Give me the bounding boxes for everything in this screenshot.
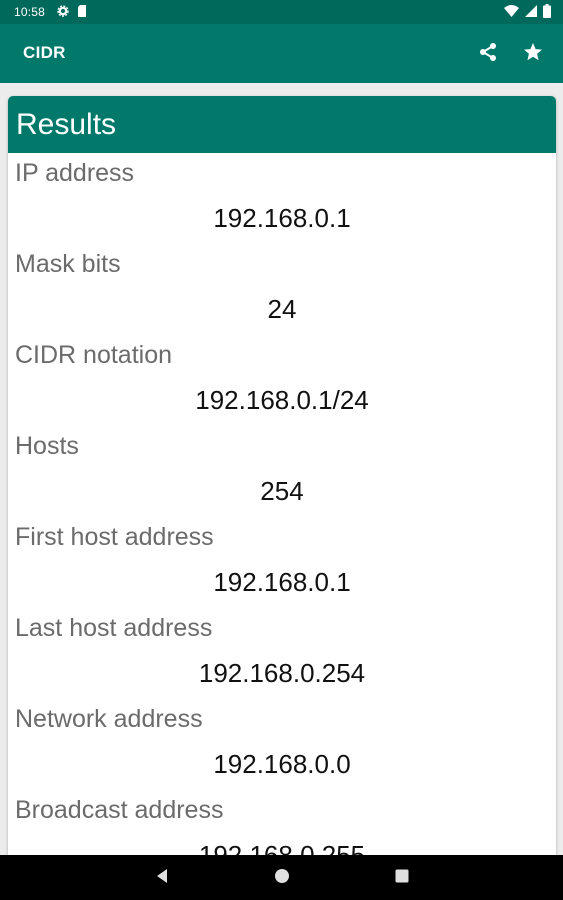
recents-button[interactable] xyxy=(391,867,413,889)
sd-card-icon xyxy=(77,5,87,20)
status-time: 10:58 xyxy=(14,5,46,19)
result-item-ip-address: IP address 192.168.0.1 xyxy=(8,153,556,244)
result-item-last-host: Last host address 192.168.0.254 xyxy=(8,608,556,699)
back-icon xyxy=(155,868,169,889)
star-icon xyxy=(523,42,543,67)
result-label: Network address xyxy=(15,705,203,733)
result-item-first-host: First host address 192.168.0.1 xyxy=(8,517,556,608)
result-item-hosts: Hosts 254 xyxy=(8,426,556,517)
result-value: 192.168.0.0 xyxy=(213,749,351,779)
home-button[interactable] xyxy=(271,867,293,889)
settings-icon xyxy=(57,5,69,20)
screen: 10:58 CIDR Results IP address 192.168.0.… xyxy=(0,0,563,900)
app-bar: CIDR xyxy=(0,24,563,83)
result-label: Last host address xyxy=(15,614,213,642)
wifi-icon xyxy=(504,5,519,20)
result-label: IP address xyxy=(15,159,135,187)
result-label: Hosts xyxy=(15,432,79,460)
recents-icon xyxy=(395,869,409,888)
signal-icon xyxy=(525,5,537,20)
favorite-button[interactable] xyxy=(519,40,547,68)
result-item-mask-bits: Mask bits 24 xyxy=(8,244,556,335)
status-right-icons xyxy=(504,4,551,21)
share-icon xyxy=(478,42,498,67)
result-value: 192.168.0.1 xyxy=(213,203,351,233)
result-item-cidr-notation: CIDR notation 192.168.0.1/24 xyxy=(8,335,556,426)
result-value: 192.168.0.1/24 xyxy=(195,385,369,415)
result-value: 254 xyxy=(260,476,304,506)
back-button[interactable] xyxy=(151,867,173,889)
result-label: First host address xyxy=(15,523,214,551)
results-card[interactable]: Results IP address 192.168.0.1 Mask bits… xyxy=(8,96,556,876)
result-label: CIDR notation xyxy=(15,341,173,369)
results-list[interactable]: IP address 192.168.0.1 Mask bits 24 CIDR… xyxy=(8,153,556,876)
result-value: 192.168.0.1 xyxy=(213,567,351,597)
results-card-header: Results xyxy=(8,96,556,153)
share-button[interactable] xyxy=(474,40,502,68)
result-value: 24 xyxy=(267,294,297,324)
home-icon xyxy=(274,868,290,889)
result-value: 192.168.0.254 xyxy=(198,658,366,688)
result-label: Mask bits xyxy=(15,250,121,278)
status-bar: 10:58 xyxy=(0,0,563,24)
status-left-icons xyxy=(57,5,87,20)
battery-icon xyxy=(543,4,551,21)
app-title: CIDR xyxy=(23,43,66,62)
results-title: Results xyxy=(16,108,117,141)
result-label: Broadcast address xyxy=(15,796,224,824)
result-item-network-address: Network address 192.168.0.0 xyxy=(8,699,556,790)
navigation-bar xyxy=(0,855,563,900)
